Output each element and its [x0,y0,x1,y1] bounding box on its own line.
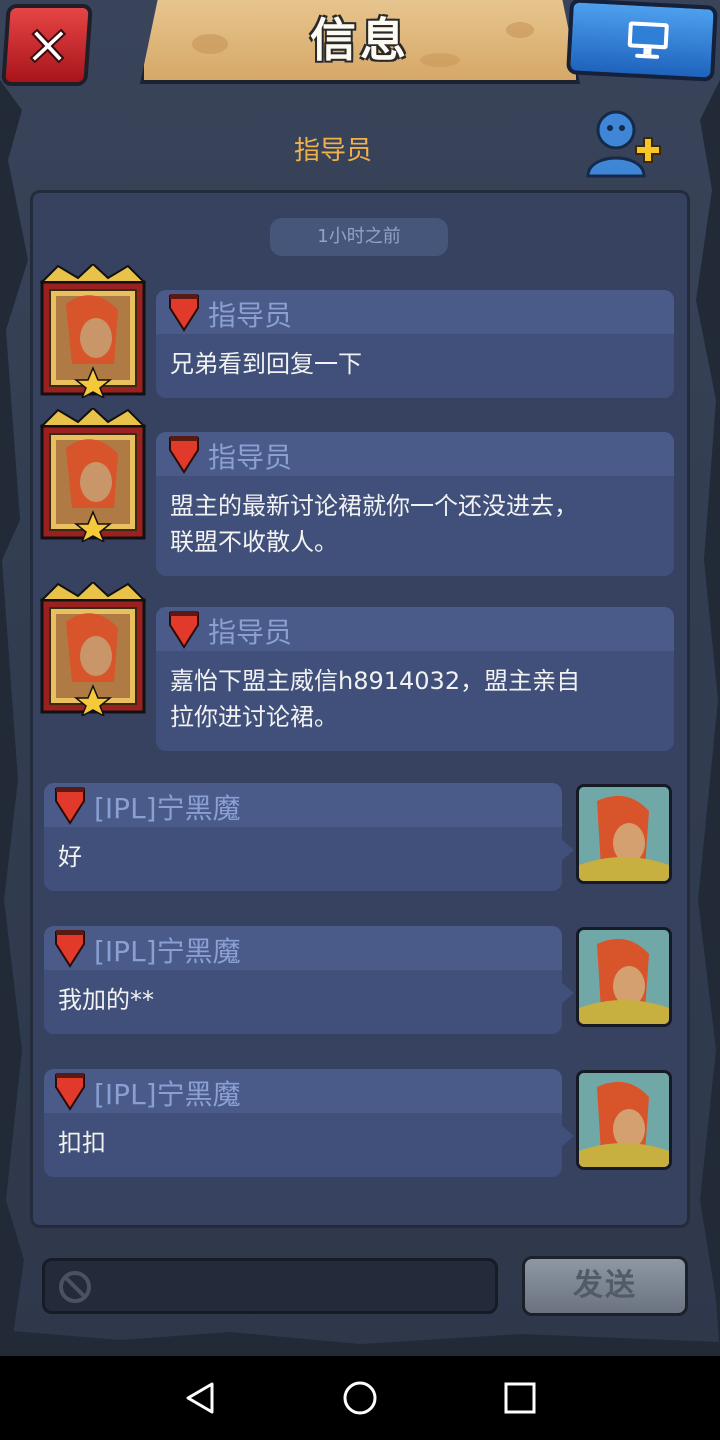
screen-button[interactable] [566,0,718,82]
back-icon[interactable] [182,1380,218,1416]
message-text: 我加的** [58,986,154,1014]
my-avatar[interactable] [576,784,672,884]
system-navbar [0,1356,720,1440]
message-bubble: 指导员 盟主的最新讨论裙就你一个还没进去， 联盟不收散人。 [156,432,674,576]
send-button[interactable]: 发送 [522,1256,688,1316]
bubble-tail [560,1124,574,1148]
time-divider: 1小时之前 [270,218,448,256]
message-text: 嘉怡下盟主威信h8914032，盟主亲自 拉你进讨论裙。 [170,667,581,731]
sender-name: [IPL]宁黑魔 [94,935,241,968]
recents-icon[interactable] [502,1380,538,1416]
sender-name: 指导员 [208,616,293,649]
message-header: [IPL]宁黑魔 [44,783,562,827]
message-header: [IPL]宁黑魔 [44,1069,562,1113]
close-icon [29,28,67,64]
message-bubble: 指导员 兄弟看到回复一下 [156,290,674,398]
message-text: 好 [58,843,82,871]
message-bubble: [IPL]宁黑魔 扣扣 [44,1069,562,1177]
message-bubble: [IPL]宁黑魔 好 [44,783,562,891]
message-header: 指导员 [156,432,674,476]
flag-icon [169,436,199,474]
flag-icon [55,930,85,968]
sender-avatar[interactable] [38,582,148,716]
message-header: [IPL]宁黑魔 [44,926,562,970]
flag-icon [169,611,199,649]
sender-avatar[interactable] [38,264,148,398]
bubble-tail [560,981,574,1005]
sender-avatar[interactable] [38,408,148,542]
flag-icon [55,787,85,825]
conversation-title: 指导员 [293,136,372,166]
flag-icon [55,1073,85,1111]
bubble-tail [560,838,574,862]
sender-name: 指导员 [208,441,293,474]
flag-icon [169,294,199,332]
my-avatar[interactable] [576,927,672,1027]
sender-name: [IPL]宁黑魔 [94,792,241,825]
message-text: 盟主的最新讨论裙就你一个还没进去， 联盟不收散人。 [170,492,578,556]
no-entry-icon [59,1271,91,1303]
message-text: 扣扣 [58,1129,106,1157]
sender-name: 指导员 [208,299,293,332]
home-icon[interactable] [342,1380,378,1416]
page-title: 信息 [310,13,410,67]
message-text: 兄弟看到回复一下 [170,350,362,378]
message-input[interactable] [42,1258,498,1314]
message-bubble: [IPL]宁黑魔 我加的** [44,926,562,1034]
message-header: 指导员 [156,290,674,334]
my-avatar[interactable] [576,1070,672,1170]
monitor-icon [627,21,669,59]
hero-portrait [579,1073,669,1167]
hero-portrait [579,930,669,1024]
close-button[interactable] [1,4,93,86]
hero-portrait [579,787,669,881]
message-bubble: 指导员 嘉怡下盟主威信h8914032，盟主亲自 拉你进讨论裙。 [156,607,674,751]
message-header: 指导员 [156,607,674,651]
add-friend-icon[interactable] [582,106,666,182]
sender-name: [IPL]宁黑魔 [94,1078,241,1111]
